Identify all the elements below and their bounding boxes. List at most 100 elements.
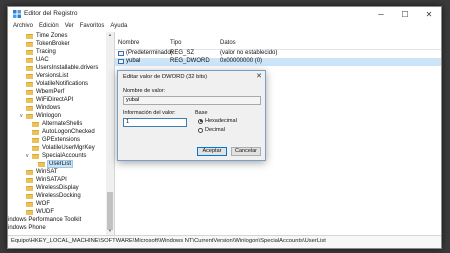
tree-item-label: WOF — [36, 201, 50, 207]
column-header-type[interactable]: Tipo — [170, 40, 181, 46]
tree-item[interactable]: VolatileUserMgrKey — [8, 144, 95, 152]
tree-item[interactable]: v Winlogon — [8, 112, 61, 120]
tree-item[interactable]: VolatileNotifications — [8, 80, 88, 88]
tree-item[interactable]: TokenBroker — [8, 40, 70, 48]
value-type: REG_SZ — [170, 50, 195, 56]
base-label: Base — [195, 110, 208, 116]
tree-item[interactable]: UsersInstallable.drivers — [8, 64, 98, 72]
tree-item[interactable]: WirelessDisplay — [8, 184, 79, 192]
tree-item-label: UserList — [46, 160, 74, 168]
tree-item[interactable]: indows Phone — [8, 224, 46, 232]
minimize-button[interactable]: ─ — [369, 7, 393, 21]
radio-label: Decimal — [205, 127, 225, 133]
folder-icon — [26, 97, 33, 103]
radio-checked-icon — [198, 118, 203, 124]
value-name: (Predeterminado) — [126, 50, 173, 56]
tree-item-label: Winlogon — [36, 113, 62, 119]
menu-ver[interactable]: Ver — [65, 23, 74, 29]
tree-item[interactable]: VersionsList — [8, 72, 68, 80]
column-header-data[interactable]: Datos — [220, 40, 236, 46]
maximize-button[interactable]: ☐ — [393, 7, 417, 21]
cancel-button[interactable]: Cancelar — [231, 147, 261, 156]
tree-item[interactable]: WbemPerf — [8, 88, 64, 96]
dialog-close-icon[interactable]: ✕ — [256, 72, 262, 80]
tree-item-label: WirelessDocking — [36, 193, 81, 199]
list-header: Nombre Tipo Datos — [115, 39, 441, 50]
tree-item[interactable]: AlternateShells — [8, 120, 82, 128]
scroll-up-arrow-icon[interactable]: ▲ — [106, 32, 114, 39]
tree-scrollbar[interactable]: ▲ ▼ — [106, 32, 114, 235]
folder-icon — [26, 33, 33, 39]
tree-item[interactable]: GPExtensions — [8, 136, 80, 144]
folder-icon — [26, 185, 33, 191]
title-bar[interactable]: Editor del Registro ─ ☐ ✕ — [8, 7, 441, 21]
tree-item[interactable]: UserList — [8, 160, 74, 168]
tree-item-label: Windows — [36, 105, 61, 111]
string-value-icon — [118, 51, 124, 56]
folder-icon — [26, 113, 33, 119]
tree-item-label: WinSATAPI — [36, 177, 67, 183]
expander-icon[interactable]: v — [20, 113, 25, 119]
value-name-field[interactable]: yubal — [123, 96, 261, 105]
folder-icon — [26, 169, 33, 175]
tree-item-label: indows Phone — [8, 225, 46, 231]
value-data-input[interactable]: 1 — [123, 118, 187, 127]
tree-item[interactable]: WOF — [8, 200, 50, 208]
list-row[interactable]: (Predeterminado) REG_SZ (valor no establ… — [115, 50, 441, 58]
tree-item[interactable]: WinSATAPI — [8, 176, 67, 184]
radio-hexadecimal[interactable]: Hexadecimal — [198, 118, 237, 124]
tree-item[interactable]: Windows — [8, 104, 60, 112]
menu-ayuda[interactable]: Ayuda — [110, 23, 127, 29]
close-button[interactable]: ✕ — [417, 7, 441, 21]
tree-item-label: VersionsList — [36, 73, 69, 79]
value-type: REG_DWORD — [170, 58, 210, 64]
column-header-name[interactable]: Nombre — [118, 40, 139, 46]
list-row[interactable]: yubal REG_DWORD 0x00000000 (0) — [115, 58, 441, 66]
tree-item-label: TokenBroker — [36, 41, 70, 47]
tree-item[interactable]: WinSAT — [8, 168, 58, 176]
tree-item[interactable]: AutoLogonChecked — [8, 128, 95, 136]
tree-item-label: WiFiDirectAPI — [36, 97, 74, 103]
tree-item[interactable]: Time Zones — [8, 32, 67, 40]
tree-item[interactable]: WirelessDocking — [8, 192, 81, 200]
value-name-label: Nombre de valor: — [123, 88, 166, 94]
folder-icon — [26, 65, 33, 71]
tree-item-label: GPExtensions — [42, 137, 81, 143]
tree-item[interactable]: WUDF — [8, 208, 54, 216]
tree-item[interactable]: Tracing — [8, 48, 56, 56]
tree-item-label: AutoLogonChecked — [42, 129, 95, 135]
menu-bar: Archivo Edición Ver Favoritos Ayuda — [8, 21, 441, 31]
tree-item-label: SpecialAccounts — [42, 153, 87, 159]
expander-icon[interactable]: v — [26, 153, 31, 159]
folder-icon — [32, 137, 39, 143]
folder-icon — [38, 161, 45, 167]
ok-button[interactable]: Aceptar — [197, 147, 227, 156]
tree-item[interactable]: UAC — [8, 56, 49, 64]
radio-unchecked-icon — [198, 127, 203, 133]
tree-item-label: Tracing — [36, 49, 56, 55]
tree-item-label: VolatileNotifications — [36, 81, 89, 87]
folder-icon — [26, 177, 33, 183]
dialog-title: Editar valor de DWORD (32 bits) — [123, 74, 208, 80]
folder-icon — [26, 105, 33, 111]
tree-item-label: WirelessDisplay — [36, 185, 79, 191]
tree-item-label: UAC — [36, 57, 49, 63]
radio-decimal[interactable]: Decimal — [198, 127, 225, 133]
scrollbar-thumb[interactable] — [107, 192, 113, 230]
folder-icon — [26, 201, 33, 207]
tree-item[interactable]: WiFiDirectAPI — [8, 96, 73, 104]
tree-item[interactable]: indows Performance Toolkit — [8, 216, 81, 224]
dword-value-icon — [118, 59, 124, 64]
tree-item[interactable]: v SpecialAccounts — [8, 152, 86, 160]
scroll-down-arrow-icon[interactable]: ▼ — [106, 228, 114, 235]
menu-archivo[interactable]: Archivo — [13, 23, 33, 29]
tree-item-label: WbemPerf — [36, 89, 65, 95]
tree-item-label: indows Performance Toolkit — [8, 217, 82, 223]
base-groupbox: Base Hexadecimal Decimal — [195, 110, 257, 140]
tree-item-label: WinSAT — [36, 169, 58, 175]
status-bar: Equipo\HKEY_LOCAL_MACHINE\SOFTWARE\Micro… — [8, 235, 441, 248]
menu-edicion[interactable]: Edición — [39, 23, 59, 29]
menu-favoritos[interactable]: Favoritos — [80, 23, 105, 29]
key-path: Equipo\HKEY_LOCAL_MACHINE\SOFTWARE\Micro… — [11, 238, 326, 244]
folder-icon — [26, 49, 33, 55]
